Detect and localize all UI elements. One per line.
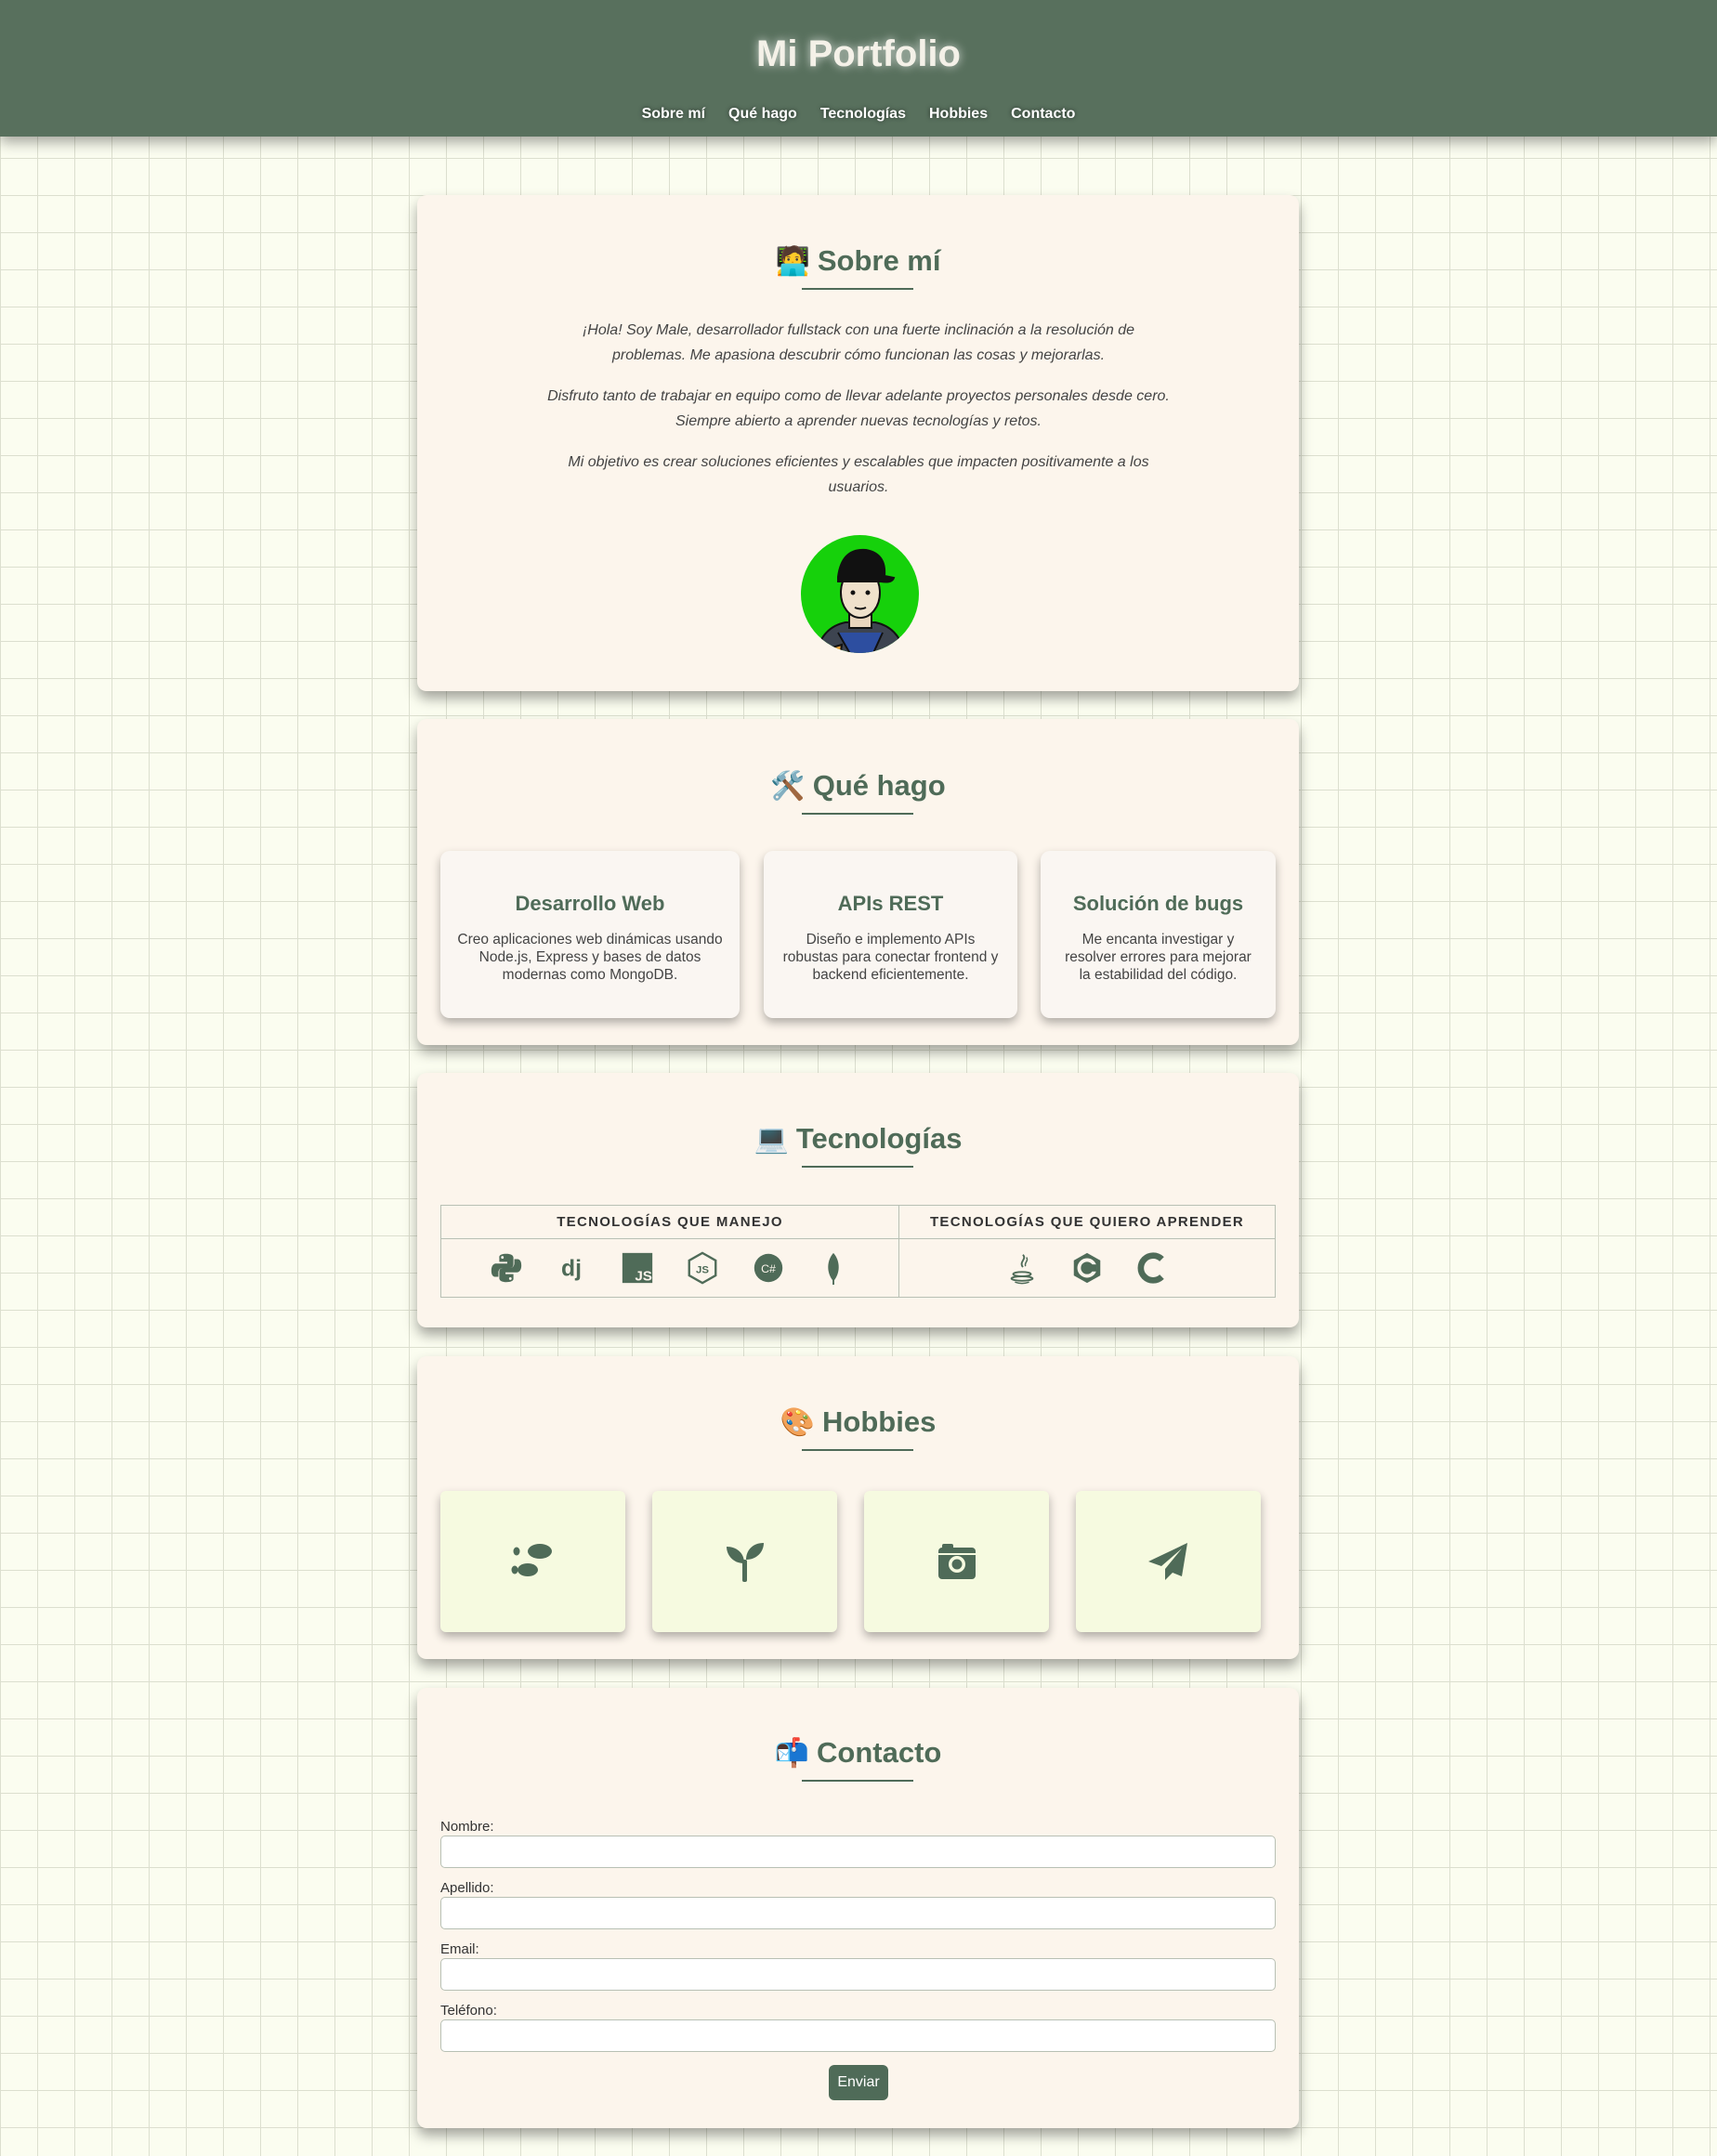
paper-plane-icon xyxy=(1147,1543,1187,1580)
email-label: Email: xyxy=(440,1941,479,1957)
service-card-apis-rest: APIs REST Diseño e implemento APIs robus… xyxy=(764,851,1017,1018)
technologist-emoji-icon: 🧑‍💻 xyxy=(775,246,810,277)
camera-icon xyxy=(937,1544,976,1579)
technologies-section: 💻 Tecnologías TECNOLOGÍAS QUE MANEJO TECN… xyxy=(417,1073,1299,1327)
section-title: 🎨 Hobbies xyxy=(780,1405,937,1438)
nav-link-contacto[interactable]: Contacto xyxy=(1011,106,1075,123)
hobby-card xyxy=(864,1491,1049,1632)
apellido-label: Apellido: xyxy=(440,1880,494,1896)
title-underline xyxy=(802,813,913,815)
service-description: Diseño e implemento APIs robustas para c… xyxy=(782,932,999,983)
section-title: 🛠️ Qué hago xyxy=(770,769,946,802)
django-icon: dj xyxy=(561,1257,582,1282)
seedling-icon xyxy=(726,1543,764,1582)
telefono-label: Teléfono: xyxy=(440,2003,497,2019)
csharp-icon: C# xyxy=(754,1253,782,1283)
nodejs-icon: JS xyxy=(688,1251,717,1285)
mongodb-icon xyxy=(828,1252,839,1286)
contact-section: 📬 Contacto Nombre: Apellido: Email: Teléf… xyxy=(417,1688,1299,2128)
cplusplus-icon xyxy=(1073,1252,1101,1284)
about-paragraph: ¡Hola! Soy Male, desarrollador fullstack… xyxy=(582,322,1135,363)
email-field[interactable] xyxy=(440,1958,1276,1991)
nombre-label: Nombre: xyxy=(440,1819,494,1835)
section-title: 📬 Contacto xyxy=(774,1736,942,1769)
avatar xyxy=(801,535,919,653)
title-underline xyxy=(802,1449,913,1451)
nav-link-tecnologias[interactable]: Tecnologías xyxy=(820,106,906,123)
site-header: Mi Portfolio Sobre mí Qué hago Tecnologí… xyxy=(0,0,1717,137)
known-technologies-cell: dj JS JS C# xyxy=(440,1238,899,1298)
footprints-icon xyxy=(511,1544,552,1576)
nav-link-hobbies[interactable]: Hobbies xyxy=(929,106,988,123)
title-underline xyxy=(802,288,913,290)
title-underline xyxy=(802,1166,913,1168)
service-description: Me encanta investigar y resolver errores… xyxy=(1065,932,1252,983)
laptop-emoji-icon: 💻 xyxy=(754,1124,789,1155)
hobby-card xyxy=(652,1491,837,1632)
palette-emoji-icon: 🎨 xyxy=(780,1407,816,1438)
hobbies-section: 🎨 Hobbies xyxy=(417,1356,1299,1659)
site-title: Mi Portfolio xyxy=(756,33,961,74)
technologies-table: TECNOLOGÍAS QUE MANEJO TECNOLOGÍAS QUE Q… xyxy=(440,1205,1276,1298)
hobby-card xyxy=(1076,1491,1261,1632)
service-title: Desarrollo Web xyxy=(515,892,665,915)
java-icon xyxy=(1010,1254,1033,1285)
learn-technologies-header: TECNOLOGÍAS QUE QUIERO APRENDER xyxy=(898,1205,1276,1239)
mailbox-emoji-icon: 📬 xyxy=(774,1738,810,1769)
services-section: 🛠️ Qué hago Desarrollo Web Creo aplicacio… xyxy=(417,719,1299,1045)
hobby-card xyxy=(440,1491,625,1632)
svg-text:C#: C# xyxy=(761,1262,776,1275)
about-section: 🧑‍💻 Sobre mí ¡Hola! Soy Male, desarrollad… xyxy=(417,195,1299,691)
about-paragraph: Mi objetivo es crear soluciones eficient… xyxy=(568,454,1149,495)
send-button[interactable]: Enviar xyxy=(829,2065,888,2100)
about-paragraph: Disfruto tanto de trabajar en equipo com… xyxy=(547,388,1170,429)
c-icon xyxy=(1138,1252,1165,1284)
service-title: Solución de bugs xyxy=(1072,892,1244,915)
service-title: APIs REST xyxy=(837,892,944,915)
svg-text:dj: dj xyxy=(561,1257,582,1282)
tools-emoji-icon: 🛠️ xyxy=(770,771,806,802)
title-underline xyxy=(802,1780,913,1782)
nombre-field[interactable] xyxy=(440,1836,1276,1868)
service-card-solucion-de-bugs: Solución de bugs Me encanta investigar y… xyxy=(1041,851,1276,1018)
main-nav: Sobre mí Qué hago Tecnologías Hobbies Co… xyxy=(0,106,1717,123)
nav-link-que-hago[interactable]: Qué hago xyxy=(728,106,797,123)
section-title: 💻 Tecnologías xyxy=(754,1122,963,1155)
telefono-field[interactable] xyxy=(440,2019,1276,2052)
svg-text:JS: JS xyxy=(635,1268,652,1284)
service-card-desarrollo-web: Desarrollo Web Creo aplicaciones web din… xyxy=(440,851,740,1018)
service-description: Creo aplicaciones web dinámicas usando N… xyxy=(457,932,723,983)
python-icon xyxy=(491,1253,522,1283)
known-technologies-header: TECNOLOGÍAS QUE MANEJO xyxy=(440,1205,899,1239)
javascript-icon: JS xyxy=(622,1252,652,1284)
apellido-field[interactable] xyxy=(440,1897,1276,1929)
svg-text:JS: JS xyxy=(696,1265,709,1276)
section-title: 🧑‍💻 Sobre mí xyxy=(775,244,941,277)
nav-link-sobre-mi[interactable]: Sobre mí xyxy=(642,106,705,123)
learn-technologies-cell xyxy=(898,1238,1276,1298)
